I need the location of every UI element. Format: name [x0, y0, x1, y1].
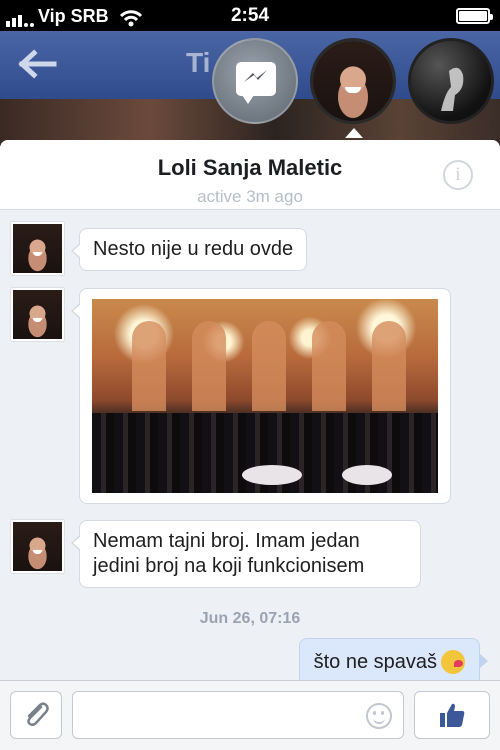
avatar — [313, 41, 393, 121]
message-bubble[interactable]: Nesto nije u redu ovde — [70, 228, 308, 271]
avatar — [441, 67, 464, 111]
lightning-icon — [244, 70, 267, 82]
photo-message[interactable] — [71, 288, 451, 504]
chat-head-loli[interactable] — [310, 38, 396, 124]
chat-heads — [0, 38, 500, 128]
message-text: Nesto nije u redu ovde — [93, 238, 294, 260]
like-button[interactable] — [414, 691, 490, 739]
message-text: Nemam tajni broj. Imam jedan jedini broj… — [93, 530, 365, 577]
ballroom-photo[interactable] — [92, 299, 438, 493]
active-status: active 3m ago — [197, 187, 303, 206]
conversation-header: Loli Sanja Maletic active 3m ago i — [0, 140, 500, 210]
status-bar: Vip SRB 2:54 — [0, 0, 500, 31]
active-head-pointer — [345, 128, 363, 138]
sender-avatar[interactable] — [11, 520, 64, 573]
thumbs-up-icon — [440, 703, 465, 727]
avatar — [13, 290, 62, 339]
sender-avatar[interactable] — [11, 288, 64, 341]
clock: 2:54 — [230, 5, 270, 26]
sender-avatar[interactable] — [11, 222, 64, 275]
message-bubble[interactable]: Nemam tajni broj. Imam jedan jedini broj… — [71, 520, 421, 588]
avatar — [13, 522, 62, 571]
chat-head-other[interactable] — [408, 38, 494, 124]
attach-button[interactable] — [10, 691, 62, 739]
contact-name[interactable]: Loli Sanja Maletic — [0, 155, 500, 181]
outgoing-message-bubble[interactable]: što ne spavaš — [298, 638, 489, 686]
paperclip-icon — [27, 702, 49, 727]
conversation-panel: Loli Sanja Maletic active 3m ago i Nesto… — [0, 140, 500, 750]
timestamp: Jun 26, 07:16 — [199, 610, 301, 627]
messenger-chat-head[interactable] — [212, 38, 298, 124]
message-text: što ne spavaš — [313, 650, 437, 673]
message-composer — [0, 680, 500, 750]
kissing-face-emoji-icon — [441, 650, 465, 674]
battery-icon — [456, 8, 493, 24]
avatar — [13, 224, 62, 273]
smiley-icon[interactable] — [366, 703, 392, 729]
info-icon[interactable]: i — [443, 160, 473, 190]
message-input[interactable] — [72, 691, 404, 739]
